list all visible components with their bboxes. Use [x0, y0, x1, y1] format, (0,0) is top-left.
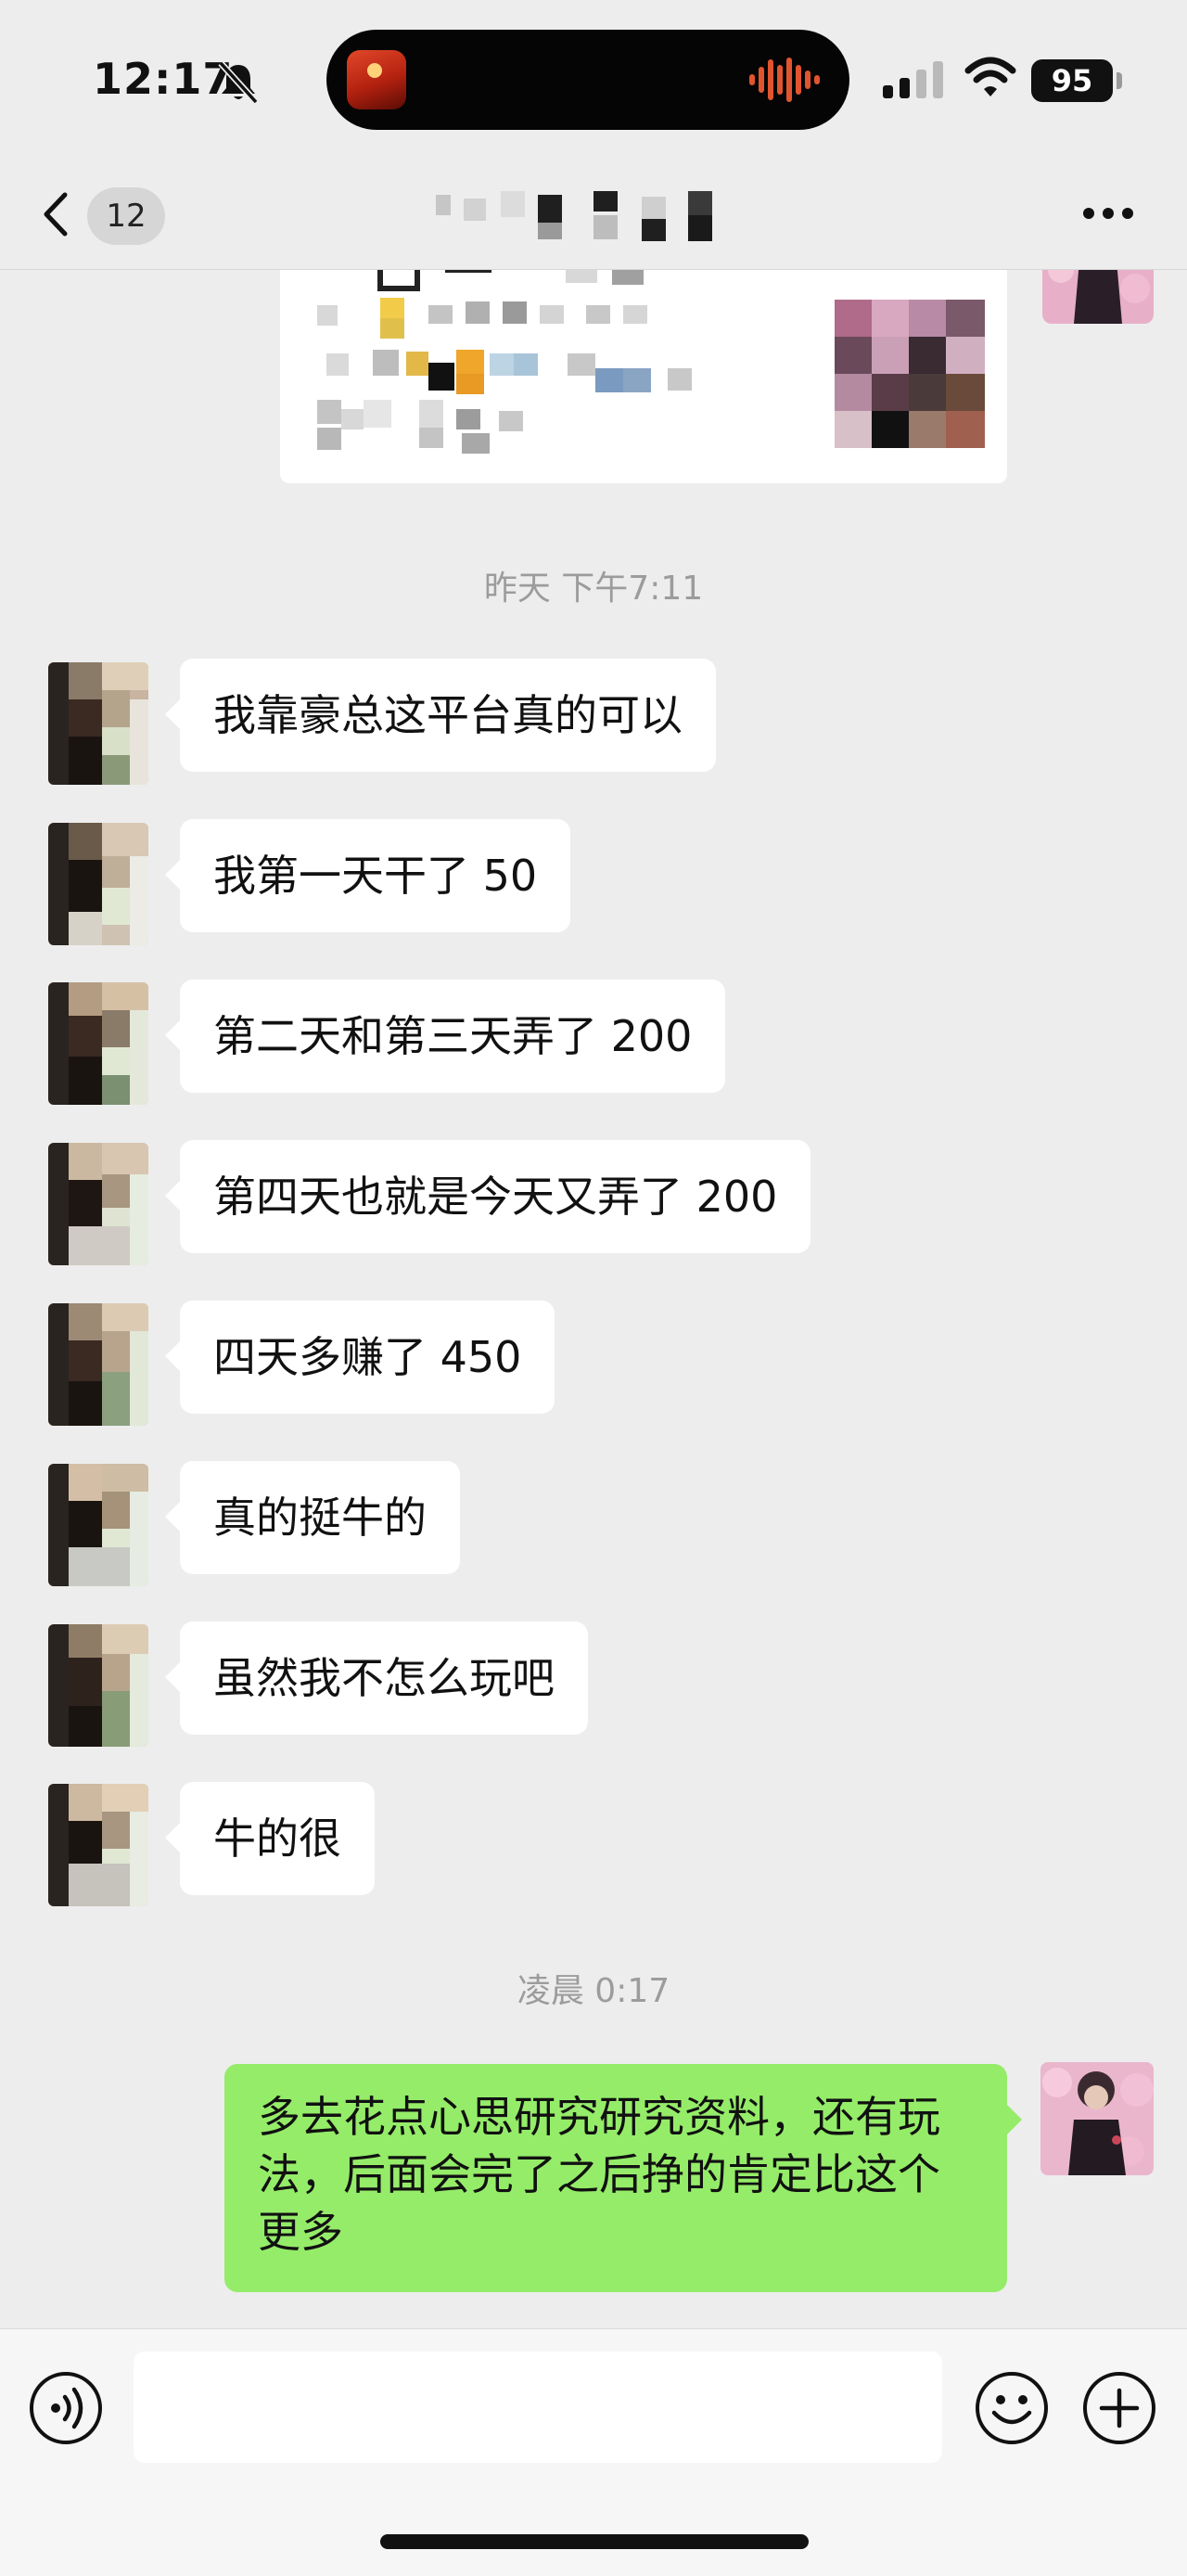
sender-avatar[interactable]	[48, 662, 148, 785]
sender-avatar[interactable]	[48, 1464, 148, 1586]
message-input[interactable]	[134, 2352, 942, 2463]
sender-avatar[interactable]	[48, 1784, 148, 1906]
chat-title-blurred	[436, 191, 712, 241]
chevron-left-icon	[44, 192, 68, 237]
incoming-message[interactable]: 第二天和第三天弄了 200	[164, 980, 726, 1093]
incoming-message[interactable]: 我第一天干了 50	[164, 819, 571, 932]
incoming-message[interactable]: 虽然我不怎么玩吧	[165, 1621, 588, 1735]
card-thumbnail-blurred	[835, 300, 985, 448]
unread-count-badge: 12	[87, 187, 165, 245]
home-indicator[interactable]	[380, 2534, 809, 2549]
sender-avatar[interactable]	[48, 1624, 148, 1747]
card-text-blurred	[317, 298, 692, 454]
now-playing-artwork	[347, 50, 406, 109]
chat-nav-bar: 12	[0, 158, 1187, 270]
incoming-message[interactable]: 四天多赚了 450	[164, 1301, 555, 1414]
audio-waveform-icon	[749, 58, 820, 102]
bell-slash-icon	[218, 60, 259, 105]
shared-invite-card[interactable]	[280, 270, 1007, 483]
incoming-message[interactable]: 第四天也就是今天又弄了 200	[164, 1140, 811, 1253]
timestamp-early-morning: 凌晨 0:17	[517, 1972, 670, 2010]
status-time: 12:17	[93, 54, 234, 104]
dynamic-island[interactable]	[326, 30, 849, 130]
more-dots-icon[interactable]	[1076, 186, 1141, 241]
battery-nub	[1117, 72, 1122, 89]
self-avatar-top	[1042, 270, 1154, 324]
emoji-icon[interactable]	[974, 2370, 1050, 2446]
sender-avatar[interactable]	[48, 823, 148, 945]
plus-icon[interactable]	[1081, 2370, 1157, 2446]
battery-level: 95	[1031, 59, 1113, 102]
outgoing-message[interactable]: 多去花点心思研究研究资料，还有玩法，后面会完了之后挣的肯定比这个更多	[224, 2064, 1022, 2292]
sender-avatar[interactable]	[48, 1143, 148, 1265]
incoming-message[interactable]: 真的挺牛的	[165, 1461, 460, 1574]
sender-avatar[interactable]	[48, 1303, 148, 1426]
wifi-icon	[964, 57, 1016, 96]
message-list[interactable]: 昨天 下午7:11 我靠豪总这平台真的可以 我第一天干了 50 第二天和第三天弄…	[0, 270, 1187, 2327]
signal-icon	[883, 61, 943, 98]
card-title-blurred	[377, 270, 644, 291]
back-button[interactable]: 12	[37, 178, 176, 249]
voice-icon[interactable]	[28, 2370, 104, 2446]
timestamp-yesterday: 昨天 下午7:11	[483, 570, 704, 608]
self-avatar[interactable]	[1040, 2062, 1154, 2175]
incoming-message[interactable]: 牛的很	[165, 1782, 375, 1895]
sender-avatar[interactable]	[48, 982, 148, 1105]
status-bar: 12:17 95	[0, 0, 1187, 158]
incoming-message[interactable]: 我靠豪总这平台真的可以	[165, 659, 716, 772]
